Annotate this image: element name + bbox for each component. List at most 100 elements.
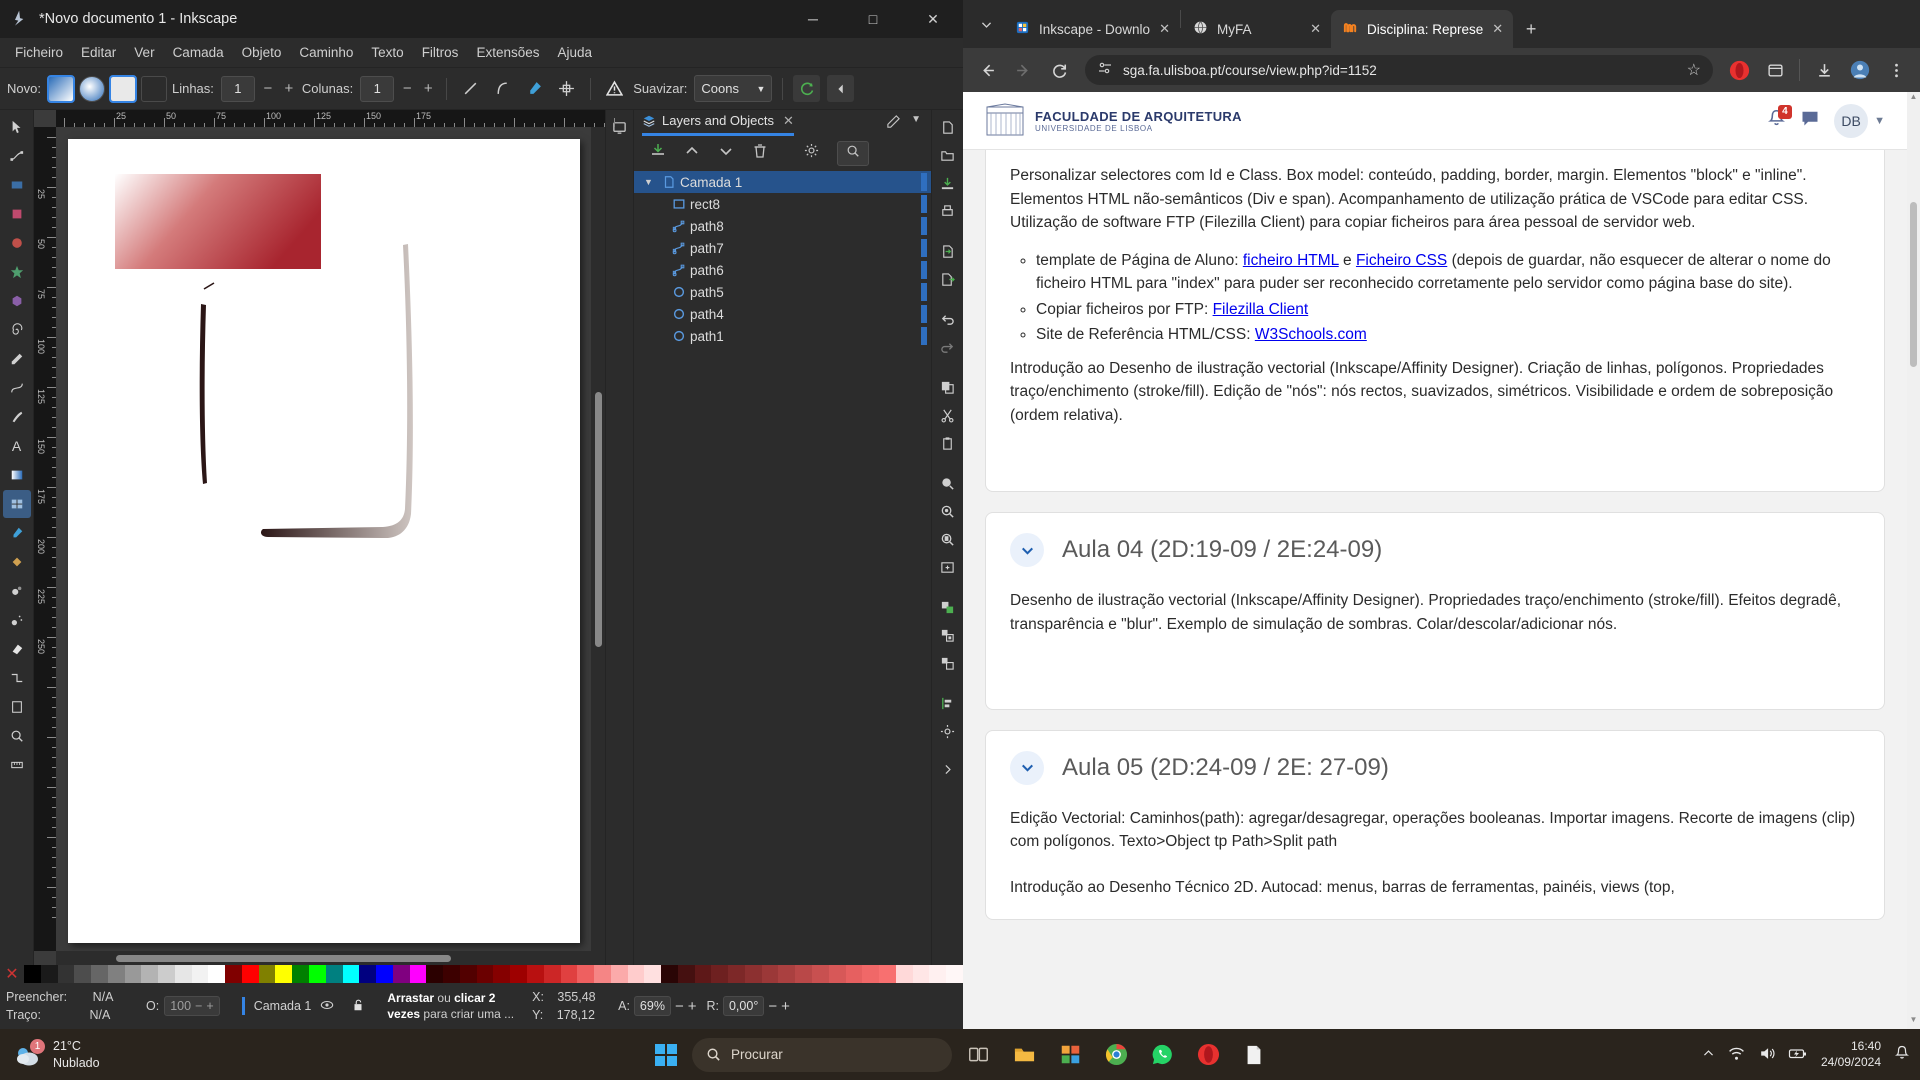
palette-swatch[interactable] [677, 965, 695, 983]
tool-rect-icon[interactable] [3, 171, 31, 199]
tool-square-icon[interactable] [3, 200, 31, 228]
linhas-increment[interactable]: + [281, 80, 297, 97]
raise-layer-icon[interactable] [684, 143, 700, 164]
page-scroll-thumb[interactable] [1910, 202, 1917, 367]
layer-row[interactable]: path7 [634, 237, 931, 259]
layer-object-list[interactable]: ▼ Camada 1 rect8 path8 path7 path6 path5 path4 p… [634, 168, 931, 965]
browser-tab-inkscape[interactable]: Inkscape - Downlo ✕ [1003, 10, 1180, 48]
palette-swatch[interactable] [158, 965, 175, 983]
palette-swatch[interactable] [828, 965, 846, 983]
palette-swatch[interactable] [124, 965, 142, 983]
undo-icon[interactable] [935, 306, 961, 332]
open-document-icon[interactable] [935, 142, 961, 168]
back-button[interactable] [971, 54, 1003, 86]
site-settings-icon[interactable] [1097, 60, 1113, 81]
gradient-radial-button[interactable] [78, 75, 105, 102]
drawing-canvas[interactable] [56, 127, 591, 951]
tool-tweak-icon[interactable] [3, 577, 31, 605]
palette-swatch[interactable] [409, 965, 427, 983]
curve-segment-icon[interactable] [489, 75, 516, 102]
new-tab-button[interactable]: + [1513, 10, 1549, 48]
menu-objeto[interactable]: Objeto [233, 42, 291, 63]
notifications-bell[interactable]: 4 [1767, 104, 1792, 133]
palette-swatch[interactable] [594, 965, 611, 983]
palette-swatch[interactable] [57, 965, 75, 983]
palette-swatch[interactable] [141, 965, 159, 983]
palette-swatch[interactable] [174, 965, 192, 983]
close-button[interactable]: ✕ [903, 0, 963, 38]
palette-swatch[interactable] [376, 965, 393, 983]
palette-swatch[interactable] [661, 965, 678, 983]
palette-swatch[interactable] [24, 965, 41, 983]
address-bar[interactable]: sga.fa.ulisboa.pt/course/view.php?id=115… [1085, 55, 1713, 85]
palette-swatch[interactable] [946, 965, 963, 983]
notification-center-icon[interactable] [1894, 1045, 1910, 1064]
palette-swatch[interactable] [325, 965, 343, 983]
browser-tab-disciplina[interactable]: Disciplina: Represe ✕ [1330, 10, 1514, 48]
expand-caret-icon[interactable]: ▼ [644, 177, 658, 187]
tray-expand-icon[interactable] [1702, 1047, 1715, 1063]
palette-swatch[interactable] [241, 965, 259, 983]
battery-icon[interactable] [1788, 1045, 1808, 1065]
palette-swatch[interactable] [778, 965, 796, 983]
whatsapp-button[interactable] [1142, 1035, 1182, 1075]
layer-search-icon[interactable] [837, 140, 869, 166]
palette-swatch[interactable] [711, 965, 729, 983]
palette-swatch[interactable] [191, 965, 209, 983]
palette-swatches[interactable] [24, 965, 963, 983]
palette-swatch[interactable] [761, 965, 779, 983]
section-title-aula05[interactable]: Aula 05 (2D:24-09 / 2E: 27-09) [1062, 754, 1389, 782]
no-color-swatch[interactable]: ✕ [0, 965, 24, 983]
menu-filtros[interactable]: Filtros [413, 42, 468, 63]
align-icon[interactable] [935, 690, 961, 716]
tab-close-icon[interactable]: ✕ [1310, 21, 1321, 37]
zoom-page-icon[interactable] [935, 526, 961, 552]
menu-camada[interactable]: Camada [164, 42, 233, 63]
tool-measure-icon[interactable] [3, 751, 31, 779]
palette-swatch[interactable] [510, 965, 527, 983]
tool-zoom-icon[interactable] [3, 722, 31, 750]
palette-swatch[interactable] [627, 965, 645, 983]
palette-swatch[interactable] [443, 965, 460, 983]
zoom-value[interactable]: 69% [633, 996, 671, 1016]
document-page[interactable] [68, 139, 580, 943]
tool-pencil-icon[interactable] [3, 345, 31, 373]
link-w3schools[interactable]: W3Schools.com [1255, 326, 1367, 343]
palette-swatch[interactable] [644, 965, 662, 983]
zoom-increment[interactable]: + [688, 998, 697, 1015]
palette-swatch[interactable] [91, 965, 108, 983]
tool-mesh-gradient-icon[interactable] [2, 490, 31, 518]
layer-row[interactable]: path6 [634, 259, 931, 281]
store-button[interactable] [1050, 1035, 1090, 1075]
tool-connector-icon[interactable] [3, 664, 31, 692]
palette-swatch[interactable] [610, 965, 628, 983]
messages-icon[interactable] [1800, 108, 1820, 133]
opera-logo-icon[interactable] [1723, 54, 1755, 86]
suavizar-select[interactable]: Coons ▼ [694, 75, 773, 102]
maximize-button[interactable]: □ [843, 0, 903, 38]
dock-tab-close-icon[interactable]: ✕ [783, 113, 794, 129]
layer-row[interactable]: ▼ Camada 1 [634, 171, 931, 193]
mesh-conical-button[interactable] [140, 75, 167, 102]
browser-tab-myfa[interactable]: MyFA ✕ [1181, 10, 1331, 48]
layer-row[interactable]: path8 [634, 215, 931, 237]
scroll-down-arrow-icon[interactable]: ▼ [1907, 1015, 1920, 1029]
refresh-icon[interactable] [793, 75, 821, 102]
chevron-down-icon[interactable] [1010, 533, 1044, 568]
copy-icon[interactable] [935, 374, 961, 400]
rotate-decrement[interactable]: − [768, 998, 777, 1015]
layer-settings-gear-icon[interactable] [804, 143, 819, 163]
cut-icon[interactable] [935, 402, 961, 428]
palette-swatch[interactable] [543, 965, 561, 983]
colunas-input[interactable]: 1 [360, 75, 395, 102]
line-segment-icon[interactable] [457, 75, 484, 102]
palette-swatch[interactable] [526, 965, 544, 983]
start-button[interactable] [646, 1035, 686, 1075]
reload-button[interactable] [1043, 54, 1075, 86]
zoom-drawing-icon[interactable] [935, 498, 961, 524]
menu-ajuda[interactable]: Ajuda [548, 42, 601, 63]
canvas-vscroll-thumb[interactable] [595, 392, 602, 647]
palette-swatch[interactable] [862, 965, 880, 983]
section-header[interactable]: Aula 05 (2D:24-09 / 2E: 27-09) [1010, 750, 1860, 785]
rotation-control[interactable]: R: 0,00° − + [706, 996, 790, 1016]
